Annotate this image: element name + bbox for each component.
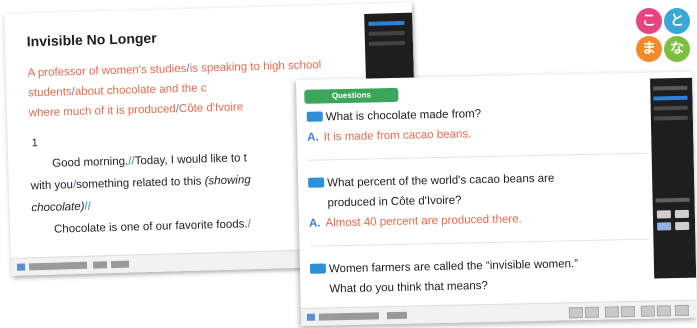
answer-text: It is made from cacao beans.: [323, 128, 472, 144]
nav-button[interactable]: [620, 305, 636, 318]
nav-button[interactable]: [584, 306, 600, 318]
lead-part-3: about chocolate and the c: [74, 82, 207, 99]
divider: [309, 238, 650, 247]
file-name: [318, 312, 380, 321]
body-text: Chocolate is one of our favorite foods.: [53, 218, 248, 236]
question-text: What is chocolate made from?: [325, 108, 482, 124]
panel-button[interactable]: [675, 221, 690, 231]
question-text: What do you think that means?: [329, 280, 489, 296]
question-text: What percent of the world's cacao beans …: [327, 172, 555, 190]
question-text: Women farmers are called the “invisible …: [328, 258, 579, 276]
answer-label: A.: [307, 131, 319, 144]
panel-label: [655, 197, 690, 203]
panel-button[interactable]: [674, 209, 689, 219]
logo-char: ま: [636, 36, 662, 62]
question-item: What percent of the world's cacao beans …: [308, 167, 649, 234]
page-indicator: [92, 261, 108, 269]
answer-label: A.: [308, 217, 321, 230]
questions-slide: Questions What is chocolate made from? A…: [296, 71, 697, 326]
divider: [307, 152, 648, 161]
nav-button[interactable]: [674, 304, 690, 317]
panel-tab[interactable]: [653, 115, 688, 121]
logo-char: と: [664, 8, 690, 34]
status-text: [386, 311, 408, 320]
slash-mark: //: [84, 200, 92, 213]
panel-tab[interactable]: [368, 20, 405, 26]
question-text: produced in Côte d'Ivoire?: [327, 194, 462, 210]
answer-row: A. It is made from cacao beans.: [307, 128, 471, 143]
panel-tab[interactable]: [368, 30, 405, 36]
lead-part-5: Côte d'Ivoire: [178, 101, 244, 116]
body-text: with you: [30, 179, 74, 193]
question-item: Women farmers are called the “invisible …: [309, 253, 651, 300]
app-icon: [306, 313, 316, 321]
kotomana-logo: こ と ま な: [634, 6, 692, 64]
panel-button[interactable]: [657, 222, 672, 231]
panel-tab[interactable]: [653, 105, 688, 111]
question-icon: [308, 177, 325, 188]
nav-button[interactable]: [568, 307, 584, 319]
questions-badge: Questions: [304, 87, 399, 104]
question-icon: [309, 263, 327, 274]
slide-title: Invisible No Longer: [26, 29, 157, 50]
panel-tab[interactable]: [653, 95, 688, 101]
status-text: [110, 260, 130, 269]
paragraph-number: 1: [31, 137, 38, 150]
body-text: something related to this: [76, 175, 205, 192]
tool-panel: [650, 77, 697, 279]
nav-button[interactable]: [604, 306, 620, 318]
panel-tab[interactable]: [368, 40, 406, 46]
body-text: (showing: [204, 174, 251, 188]
body-text: chocolate): [31, 200, 85, 215]
question-item: What is chocolate made from? A. It is mad…: [306, 101, 648, 148]
body-text: Today, I would like to t: [134, 152, 248, 168]
logo-char: な: [664, 36, 690, 62]
question-icon: [306, 111, 323, 122]
app-icon: [16, 263, 26, 271]
answer-row: A. Almost 40 percent are produced there.: [309, 213, 522, 229]
file-name: [28, 261, 88, 271]
panel-header: [653, 85, 688, 91]
logo-char: こ: [636, 8, 662, 34]
status-bar: [300, 299, 697, 326]
nav-button[interactable]: [640, 305, 656, 317]
panel-button[interactable]: [656, 210, 671, 219]
lead-part-4: where much of it is produced: [28, 103, 176, 120]
nav-button[interactable]: [656, 305, 672, 317]
lead-part-1: A professor of women's studies: [27, 62, 187, 80]
body-text: Good morning.: [52, 155, 129, 170]
slash-mark: /: [247, 218, 252, 231]
answer-text: Almost 40 percent are produced there.: [325, 213, 522, 230]
